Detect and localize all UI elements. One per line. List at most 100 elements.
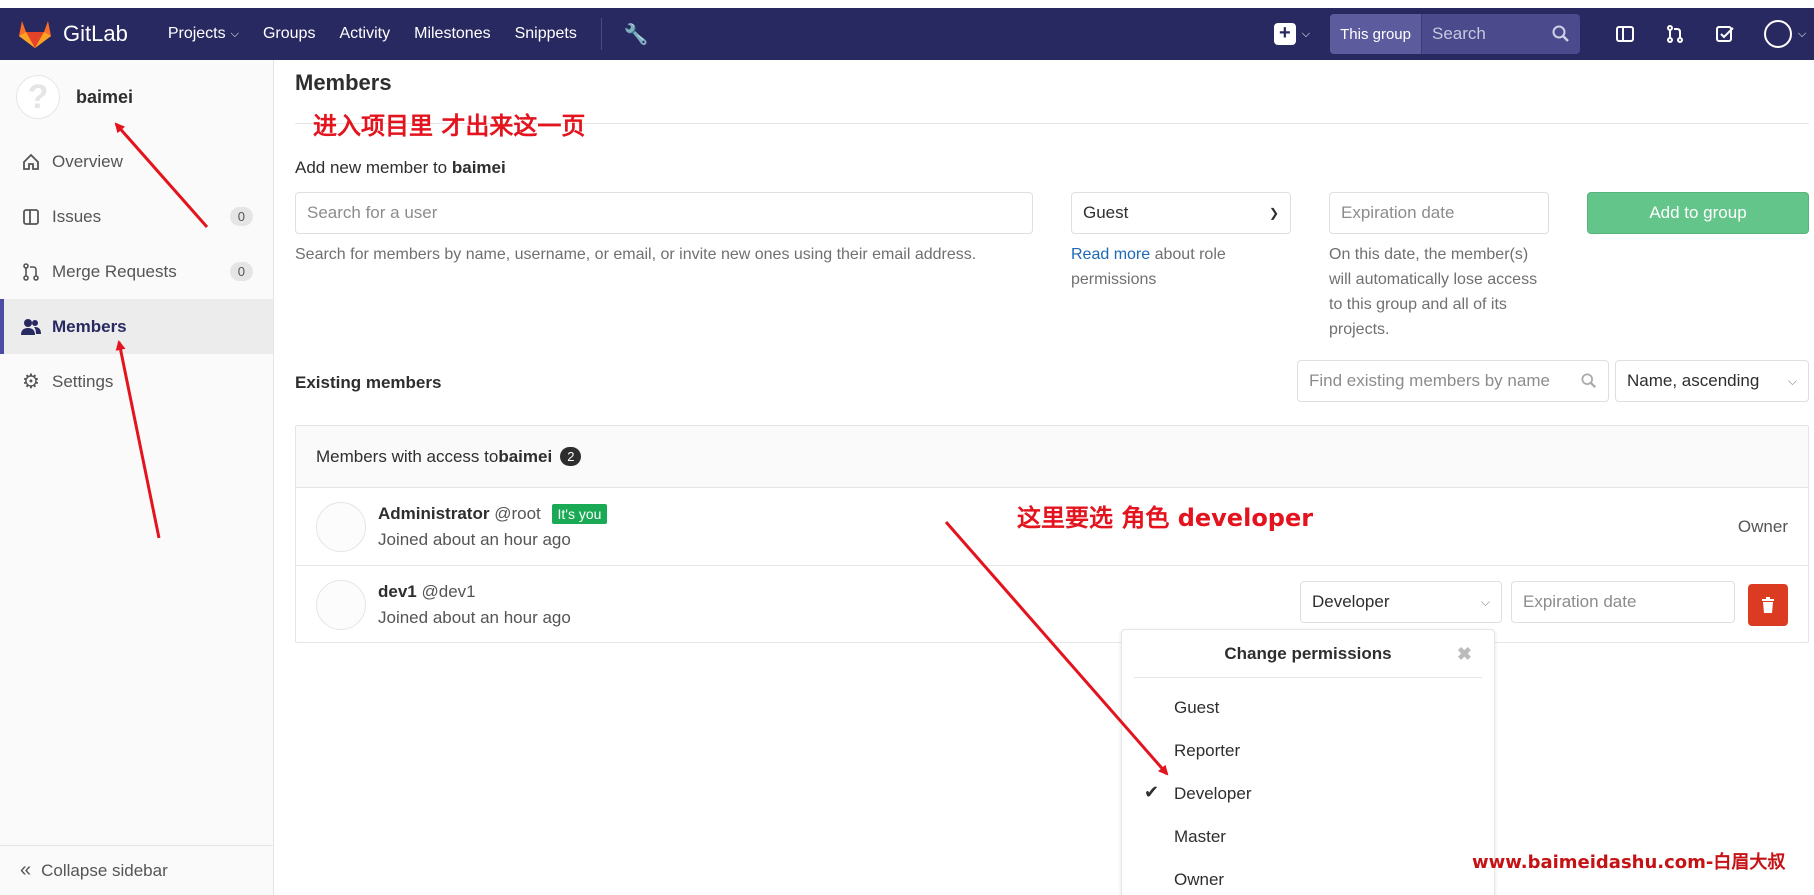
change-permissions-dropdown: Change permissions ✖ Guest Reporter ✔ De…	[1121, 629, 1495, 895]
nav-activity[interactable]: Activity	[339, 25, 390, 43]
role-select[interactable]: Guest ❯	[1071, 192, 1291, 234]
checkmark-icon: ✔	[1144, 782, 1160, 802]
annotation-note-2: 这里要选 角色 developer	[1017, 504, 1314, 532]
collapse-sidebar-label: Collapse sidebar	[41, 860, 168, 880]
permission-option-developer[interactable]: Developer	[1174, 784, 1252, 804]
chevron-down-icon: ⌵	[1301, 27, 1311, 40]
plus-icon: +	[1273, 23, 1296, 45]
user-menu[interactable]: ⌵	[1750, 20, 1814, 48]
add-member-heading: Add new member to baimei	[295, 158, 506, 178]
read-more-link[interactable]: Read more	[1071, 246, 1150, 263]
permission-option-owner[interactable]: Owner	[1174, 870, 1224, 890]
search-icon	[1552, 25, 1569, 42]
sort-select-value: Name, ascending	[1627, 371, 1760, 390]
member-name[interactable]: Administrator	[378, 504, 489, 523]
search-scope-badge[interactable]: This group	[1330, 14, 1422, 54]
user-avatar-icon	[1763, 20, 1792, 48]
merge-requests-count-badge: 0	[229, 262, 253, 281]
merge-request-icon[interactable]	[1650, 24, 1700, 44]
sidebar-item-label: Members	[52, 316, 127, 336]
nav-snippets[interactable]: Snippets	[515, 25, 577, 43]
issues-icon	[20, 208, 42, 226]
annotation-note-1: 进入项目里 才出来这一页	[313, 112, 586, 140]
member-expiration-input[interactable]: Expiration date	[1511, 581, 1735, 623]
search-input[interactable]: Search	[1422, 14, 1580, 54]
search-user-placeholder: Search for a user	[307, 203, 438, 222]
chevron-down-icon: ⌵	[1480, 594, 1490, 609]
search-user-input[interactable]: Search for a user	[295, 192, 1033, 234]
dropdown-title: Change permissions ✖	[1134, 640, 1482, 678]
panel-group-name: baimei	[498, 446, 553, 466]
group-name: baimei	[76, 86, 134, 107]
group-avatar: ?	[16, 75, 60, 119]
remove-member-button[interactable]	[1748, 584, 1788, 626]
chevron-down-icon: ⌵	[1787, 373, 1797, 388]
brand-name: GitLab	[63, 21, 128, 46]
collapse-sidebar-button[interactable]: « Collapse sidebar	[0, 845, 273, 895]
main-content: Members 进入项目里 才出来这一页 Add new member to b…	[295, 60, 1809, 643]
role-help: Read more about role permissions	[1071, 242, 1271, 292]
member-name[interactable]: dev1	[378, 582, 417, 601]
member-avatar	[316, 580, 366, 630]
its-you-badge: It's you	[551, 503, 608, 524]
find-members-input[interactable]: Find existing members by name	[1297, 360, 1609, 402]
home-icon	[20, 153, 42, 171]
nav-groups[interactable]: Groups	[263, 25, 315, 43]
watermark-text: www.baimeidashu.com-白眉大叔	[1472, 852, 1786, 873]
member-role-select[interactable]: Developer ⌵	[1300, 581, 1502, 623]
permission-option-guest[interactable]: Guest	[1174, 698, 1219, 718]
gitlab-logo-icon	[19, 21, 51, 48]
member-count-badge: 2	[560, 447, 582, 466]
expiration-date-input[interactable]: Expiration date	[1329, 192, 1549, 234]
member-joined: Joined about an hour ago	[378, 608, 571, 627]
member-username: @root	[494, 503, 541, 523]
todo-check-icon[interactable]	[1700, 24, 1750, 44]
sort-select[interactable]: Name, ascending ⌵	[1615, 360, 1809, 402]
issues-count-badge: 0	[229, 207, 253, 226]
top-navbar: GitLab Projects ⌵ Groups Activity Milesto…	[0, 0, 1814, 60]
dropdown-title-text: Change permissions	[1224, 644, 1392, 663]
member-joined: Joined about an hour ago	[378, 529, 571, 549]
members-icon	[20, 318, 42, 336]
sidebar-item-members[interactable]: Members	[0, 299, 273, 354]
add-member-prefix: Add new member to	[295, 158, 452, 177]
admin-wrench-icon[interactable]: 🔧	[624, 22, 649, 47]
sidebar-item-overview[interactable]: Overview	[0, 134, 273, 189]
group-sidebar: ? baimei Overview Issues 0 Merge Request…	[0, 60, 274, 895]
expiration-help: On this date, the member(s) will automat…	[1329, 246, 1538, 338]
search-user-help: Search for members by name, username, or…	[295, 246, 977, 263]
group-context-header[interactable]: ? baimei	[0, 60, 273, 134]
close-icon[interactable]: ✖	[1457, 640, 1472, 668]
sidebar-item-label: Issues	[52, 206, 102, 226]
find-members-placeholder: Find existing members by name	[1309, 371, 1550, 390]
add-member-group-name: baimei	[451, 158, 506, 177]
brand-link[interactable]: GitLab	[18, 19, 128, 49]
sidebar-item-settings[interactable]: ⚙ Settings	[0, 354, 273, 409]
merge-request-icon	[20, 262, 42, 281]
add-to-group-button[interactable]: Add to group	[1587, 192, 1809, 234]
sidebar-item-label: Overview	[52, 151, 123, 171]
nav-divider	[600, 18, 602, 50]
member-username: @dev1	[421, 582, 476, 601]
permission-option-master[interactable]: Master	[1174, 827, 1226, 847]
sidebar-item-issues[interactable]: Issues 0	[0, 189, 273, 244]
new-item-dropdown[interactable]: + ⌵	[1273, 23, 1311, 45]
sidebar-item-label: Settings	[52, 371, 114, 391]
permission-option-reporter[interactable]: Reporter	[1174, 741, 1240, 761]
existing-members-heading: Existing members	[295, 373, 442, 392]
sidebar-toggle-icon[interactable]	[1600, 24, 1650, 44]
chevron-down-icon: ⌵	[1797, 27, 1807, 40]
search-box[interactable]: This group Search	[1330, 14, 1580, 54]
double-chevron-left-icon: «	[20, 859, 32, 881]
sidebar-item-label: Merge Requests	[52, 261, 177, 281]
member-role-value: Developer	[1312, 592, 1390, 611]
page-title: Members	[295, 70, 392, 95]
nav-milestones[interactable]: Milestones	[414, 25, 490, 43]
chevron-down-icon: ❯	[1268, 206, 1279, 220]
nav-projects[interactable]: Projects ⌵	[168, 25, 239, 43]
search-placeholder: Search	[1432, 24, 1486, 43]
gear-icon: ⚙	[22, 371, 40, 393]
sidebar-item-merge-requests[interactable]: Merge Requests 0	[0, 244, 273, 299]
trash-icon	[1762, 597, 1774, 613]
member-avatar	[316, 501, 366, 552]
